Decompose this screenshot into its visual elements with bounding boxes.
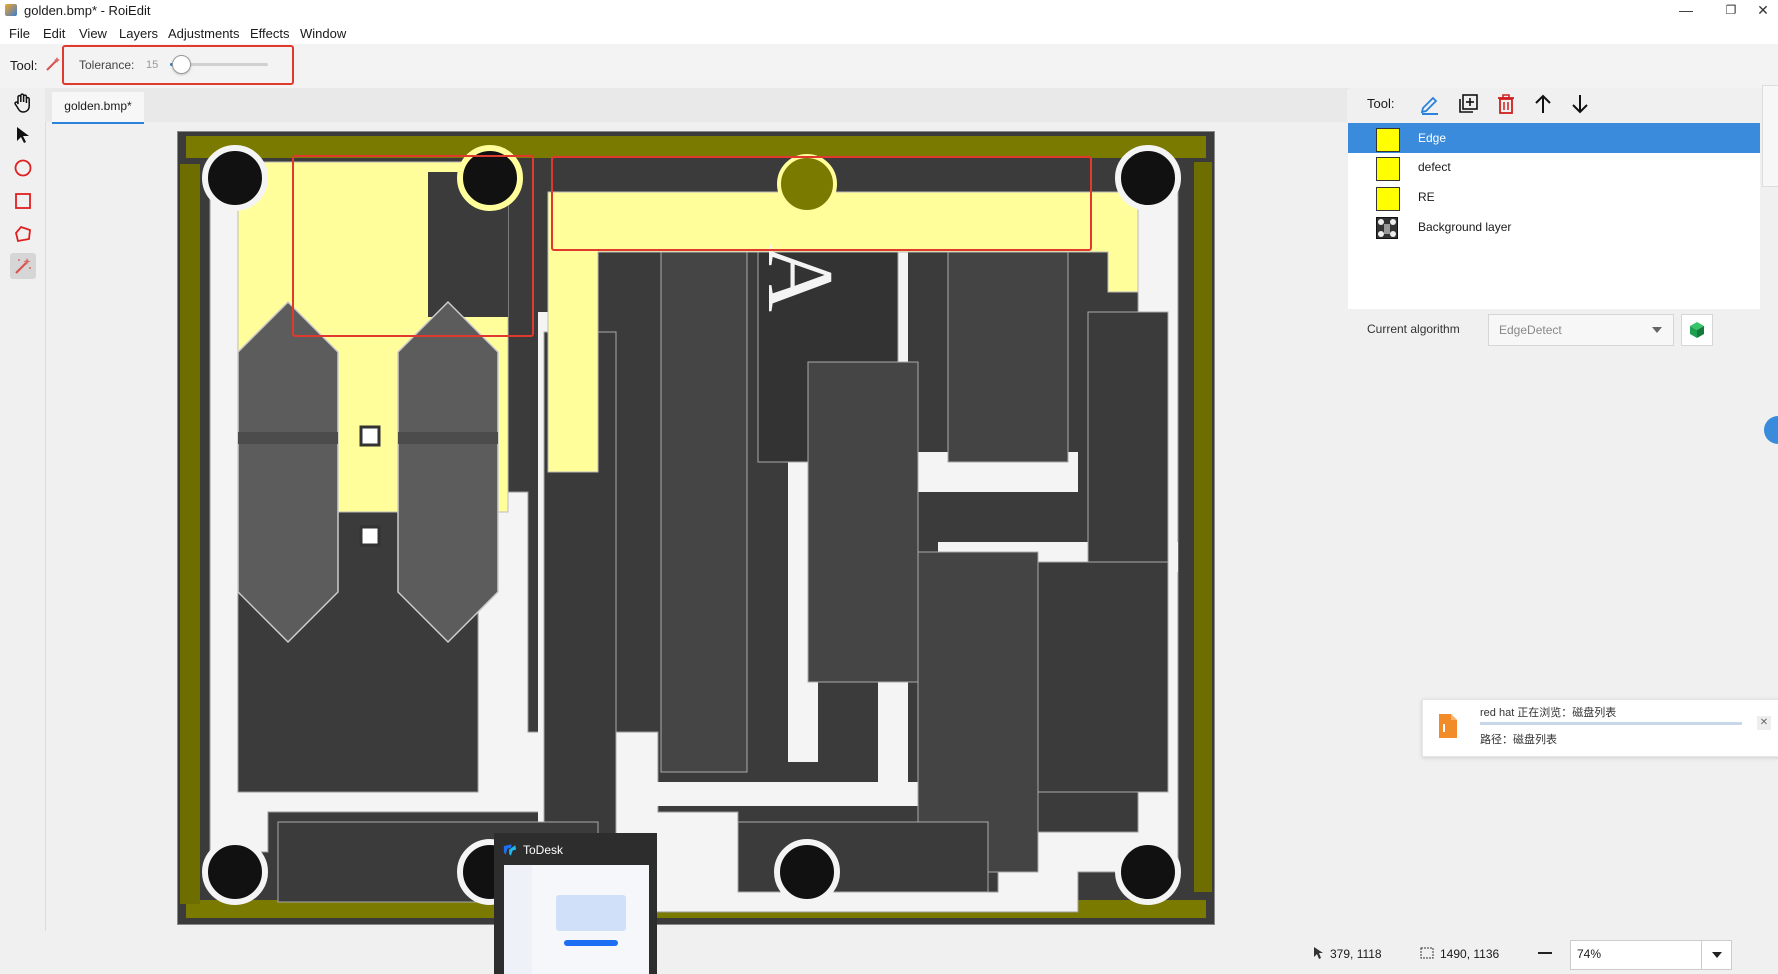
selection-size-icon: [1420, 947, 1434, 959]
layers-tool-label: Tool:: [1367, 96, 1395, 111]
layer-row-re[interactable]: RE: [1348, 182, 1760, 212]
document-tab[interactable]: golden.bmp*: [52, 92, 144, 124]
algorithm-select-value: EdgeDetect: [1499, 323, 1562, 337]
magic-wand-tool-button[interactable]: [10, 253, 36, 279]
layer-row-edge[interactable]: Edge: [1348, 123, 1760, 153]
magic-wand-icon: [15, 258, 31, 274]
select-tool-button[interactable]: [10, 122, 36, 148]
layer-name: defect: [1418, 160, 1451, 174]
cube-icon: [1690, 322, 1704, 338]
layer-name: Background layer: [1418, 220, 1512, 234]
arrow-pointer-icon: [17, 127, 29, 143]
todesk-window-preview[interactable]: ToDesk: [494, 833, 657, 974]
zoom-value: 74%: [1577, 947, 1602, 961]
tolerance-value: 15: [146, 59, 159, 71]
menu-layers[interactable]: Layers: [119, 26, 158, 41]
polygon-tool-button[interactable]: [10, 221, 36, 247]
minimize-button[interactable]: —: [1666, 0, 1706, 22]
tool-options-bar: Tool: Tolerance: 15: [0, 44, 1778, 88]
image-size: 1490, 1136: [1440, 947, 1500, 961]
layer-row-defect[interactable]: defect: [1348, 152, 1760, 182]
square-icon: [15, 193, 31, 209]
app-icon: [5, 4, 17, 16]
todesk-title: ToDesk: [523, 843, 564, 857]
menu-edit[interactable]: Edit: [43, 26, 65, 41]
hand-icon: [14, 93, 30, 113]
hand-tool-button[interactable]: [10, 90, 36, 116]
menu-effects[interactable]: Effects: [250, 26, 290, 41]
document-tab-strip: [45, 88, 1347, 122]
menu-file[interactable]: File: [9, 26, 30, 41]
tolerance-label: Tolerance:: [79, 58, 135, 72]
highlight-box-left: [292, 155, 534, 337]
tolerance-slider[interactable]: [170, 55, 268, 74]
menu-bar: File Edit View Layers Adjustments Effect…: [0, 22, 1778, 44]
chevron-down-icon: [1712, 952, 1722, 958]
tolerance-slider-handle[interactable]: [171, 55, 191, 74]
arrow-down-icon[interactable]: [1568, 92, 1592, 116]
layer-color-swatch: [1376, 187, 1400, 211]
zoom-select[interactable]: 74%: [1570, 940, 1732, 970]
file-icon: [1439, 714, 1457, 738]
layer-color-swatch: [1376, 157, 1400, 181]
cursor-position-icon: [1314, 947, 1323, 959]
arrow-up-icon[interactable]: [1531, 92, 1555, 116]
zoom-out-button[interactable]: [1538, 952, 1552, 954]
notification-close-icon[interactable]: ✕: [1757, 716, 1771, 730]
ellipse-tool-button[interactable]: [10, 155, 36, 181]
current-algorithm-label: Current algorithm: [1367, 322, 1460, 336]
side-dock-tab[interactable]: [1762, 85, 1778, 187]
menu-window[interactable]: Window: [300, 26, 346, 41]
notification-title: red hat 正在浏览：磁盘列表: [1480, 707, 1617, 719]
highlight-box-top: [551, 156, 1092, 251]
todesk-thumbnail: [504, 865, 649, 974]
circle-icon: [14, 159, 32, 177]
notification-toast: red hat 正在浏览：磁盘列表 路径：磁盘列表 ✕: [1422, 699, 1778, 757]
run-algorithm-button[interactable]: [1681, 314, 1713, 346]
rectangle-tool-button[interactable]: [10, 188, 36, 214]
notification-path: 路径：磁盘列表: [1480, 734, 1557, 746]
pencil-icon[interactable]: [1418, 92, 1442, 116]
tool-label: Tool:: [10, 58, 38, 73]
trash-icon[interactable]: [1494, 92, 1518, 116]
menu-adjustments[interactable]: Adjustments: [168, 26, 240, 41]
window-title: golden.bmp* - RoiEdit: [24, 3, 151, 18]
chevron-down-icon: [1652, 327, 1662, 333]
magic-wand-icon: [44, 55, 62, 76]
zoom-dropdown-button[interactable]: [1701, 941, 1732, 969]
title-bar: golden.bmp* - RoiEdit — ❐ ✕: [0, 0, 1778, 22]
status-bar: 379, 1118 1490, 1136 74%: [0, 931, 1778, 974]
close-button[interactable]: ✕: [1743, 0, 1778, 22]
layer-name: RE: [1418, 190, 1435, 204]
pcb-marking-letter: A: [747, 244, 852, 312]
algorithm-select[interactable]: EdgeDetect: [1488, 314, 1674, 346]
layer-color-swatch: [1376, 128, 1400, 152]
add-layer-icon[interactable]: [1456, 92, 1480, 116]
layer-name: Edge: [1418, 131, 1447, 145]
cursor-position: 379, 1118: [1330, 947, 1382, 961]
background-thumbnail-icon: [1376, 217, 1398, 239]
notification-progress: [1480, 722, 1742, 725]
todesk-logo-icon: [503, 844, 517, 856]
menu-view[interactable]: View: [79, 26, 107, 41]
layer-row-background[interactable]: Background layer: [1348, 212, 1760, 242]
polygon-icon: [15, 225, 31, 243]
